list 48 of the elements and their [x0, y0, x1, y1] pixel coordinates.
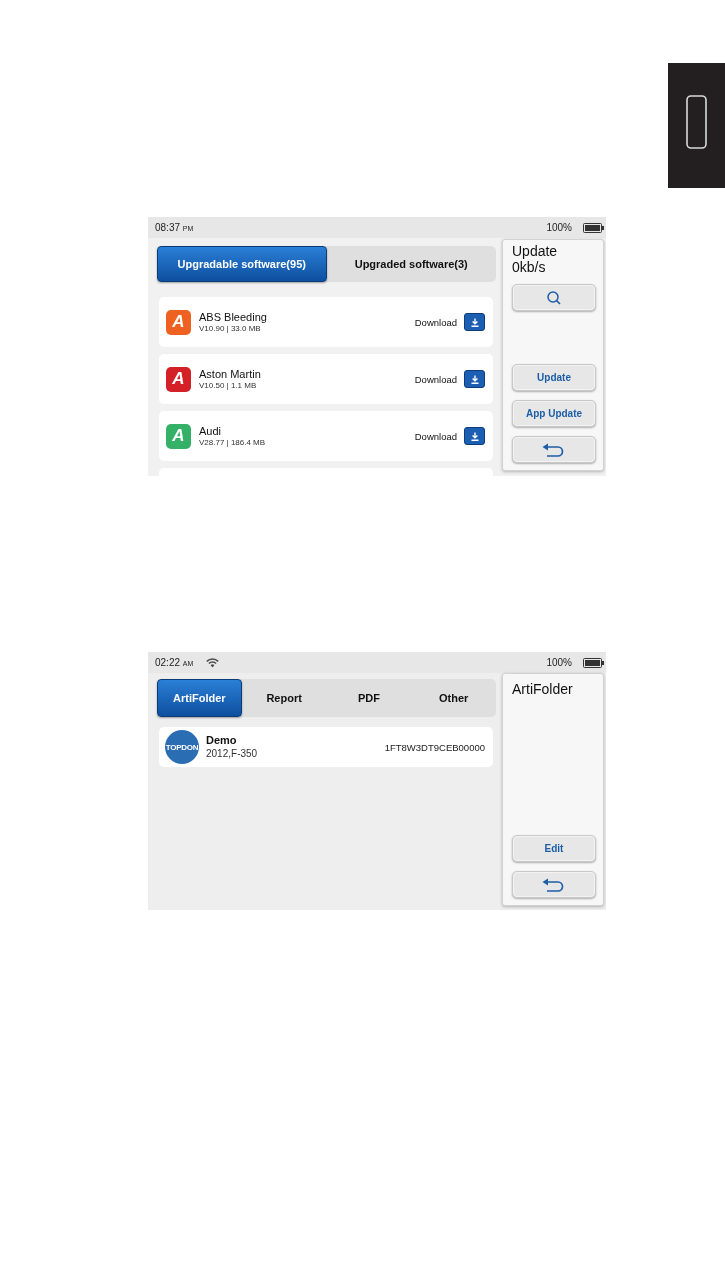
- download-icon: [470, 317, 479, 327]
- download-icon: [470, 431, 479, 441]
- vehicle-info: 2012,F-350: [206, 747, 258, 760]
- rounded-rectangle-icon: [686, 94, 707, 149]
- download-button[interactable]: [464, 427, 485, 445]
- download-button[interactable]: [464, 313, 485, 331]
- panel-title: 0kb/s: [512, 259, 547, 275]
- software-name: Aston Martin: [199, 367, 261, 381]
- vin-text: 1FT8W3DT9CEB00000: [384, 741, 485, 753]
- download-label: Download: [414, 430, 457, 442]
- software-details: V10.90 | 33.0 MB: [199, 323, 262, 334]
- app-icon: A: [166, 423, 191, 449]
- software-name: Audi: [199, 424, 223, 438]
- panel-title: Update: [512, 243, 559, 259]
- download-button[interactable]: [464, 370, 485, 388]
- back-button[interactable]: [512, 871, 596, 898]
- tab[interactable]: Report: [241, 679, 327, 717]
- battery-icon: [583, 657, 604, 668]
- software-details: V10.50 | 1.1 MB: [199, 380, 258, 391]
- app-icon: A: [166, 309, 191, 335]
- software-card[interactable]: A ABS Bleeding V10.90 | 33.0 MB Download: [159, 297, 493, 347]
- app-icon: A: [166, 366, 191, 392]
- panel-button[interactable]: Edit: [512, 835, 596, 862]
- battery-percent: 100%: [546, 657, 572, 668]
- search-icon: [547, 290, 561, 305]
- record-name: Demo: [206, 734, 238, 747]
- back-icon: [542, 442, 566, 457]
- download-label: Download: [414, 316, 457, 328]
- software-name: ABS Bleeding: [199, 310, 267, 324]
- tab[interactable]: Upgradable software(95): [157, 246, 327, 282]
- software-details: V28.77 | 186.4 MB: [199, 437, 266, 448]
- back-icon: [542, 877, 566, 892]
- software-card[interactable]: A Audi V28.77 | 186.4 MB Download: [159, 411, 493, 461]
- software-card[interactable]: A Aston Martin V10.50 | 1.1 MB Download: [159, 354, 493, 404]
- panel-button[interactable]: Update: [512, 364, 596, 391]
- battery-icon: [583, 222, 604, 233]
- tab[interactable]: ArtiFolder: [157, 679, 242, 717]
- download-label: Download: [414, 373, 457, 385]
- search-button[interactable]: [512, 284, 596, 311]
- panel-title: ArtiFolder: [512, 681, 574, 697]
- back-button[interactable]: [512, 436, 596, 463]
- battery-percent: 100%: [546, 222, 572, 233]
- download-icon: [470, 374, 479, 384]
- panel-button[interactable]: App Update: [512, 400, 596, 427]
- tab[interactable]: Upgraded software(3): [326, 246, 496, 282]
- tab[interactable]: Other: [411, 679, 496, 717]
- tab[interactable]: PDF: [326, 679, 412, 717]
- logo-circle: TOPDON: [165, 730, 199, 764]
